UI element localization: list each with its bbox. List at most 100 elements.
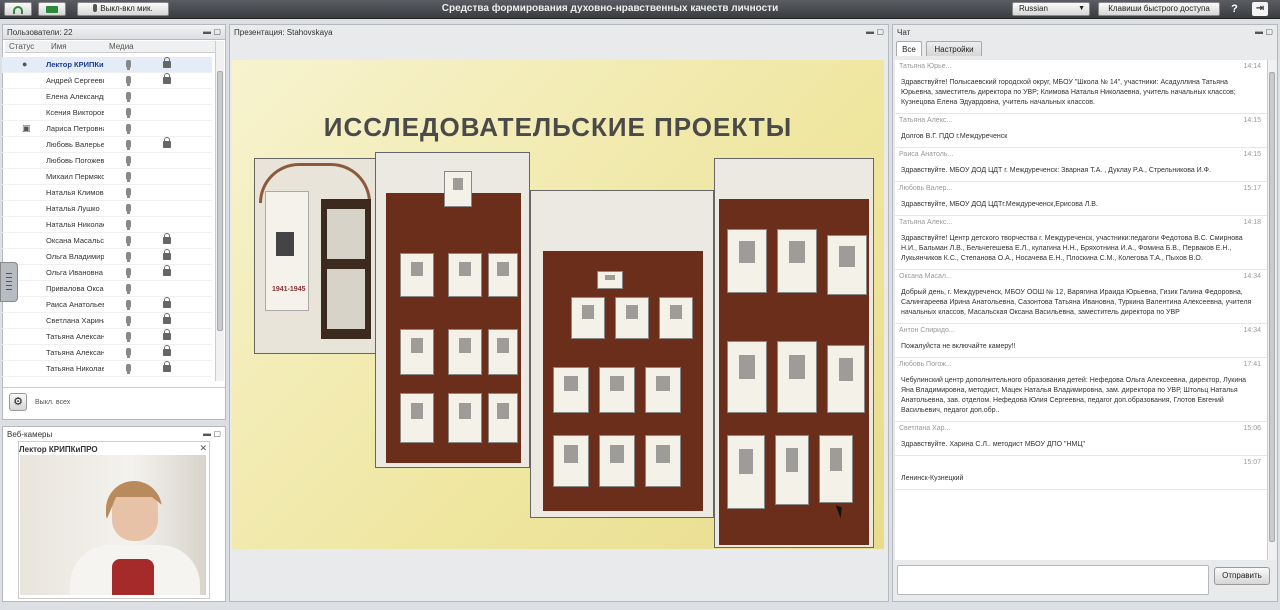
maximize-icon[interactable]: ▢ (876, 25, 884, 39)
exhibit-card (488, 329, 518, 375)
chat-sender: Любовь Валер... (899, 185, 953, 192)
microphone-icon[interactable] (126, 156, 131, 166)
user-row[interactable]: Ольга Владимировна (2, 249, 212, 265)
chat-input[interactable] (897, 565, 1209, 595)
headset-button[interactable] (4, 2, 32, 16)
microphone-icon[interactable] (126, 172, 131, 182)
lock-icon[interactable] (163, 345, 171, 356)
send-button[interactable]: Отправить (1214, 567, 1270, 585)
microphone-icon[interactable] (126, 140, 131, 150)
microphone-icon[interactable] (126, 124, 131, 134)
microphone-icon[interactable] (126, 300, 131, 310)
user-row[interactable]: Любовь Погожева (2, 153, 212, 169)
chat-scroll-thumb[interactable] (1269, 72, 1275, 542)
lock-icon[interactable] (163, 137, 171, 148)
user-row[interactable]: Татьяна Николаевна (2, 361, 212, 377)
presentation-title: Презентация: Stahovskaya (234, 28, 333, 37)
user-row[interactable]: Оксана Масальская (2, 233, 212, 249)
user-row[interactable]: Елена Александровна (2, 89, 212, 105)
close-icon[interactable]: ✕ (199, 443, 207, 454)
users-panel-title: Пользователи: 22 (7, 28, 73, 37)
chat-scrollbar[interactable] (1267, 60, 1276, 560)
users-table-header: Статус Имя Медиа (5, 41, 215, 53)
user-row[interactable]: Наталья Николаевна (2, 217, 212, 233)
lock-icon[interactable] (163, 249, 171, 260)
minimize-icon[interactable]: ▬ (203, 427, 211, 441)
user-row[interactable]: Раиса Анатольевна (2, 297, 212, 313)
microphone-icon[interactable] (126, 236, 131, 246)
microphone-icon[interactable] (126, 188, 131, 198)
minimize-icon[interactable]: ▬ (203, 25, 211, 39)
user-row[interactable]: Михаил Пермяков (2, 169, 212, 185)
user-row[interactable]: Ольга Ивановна (2, 265, 212, 281)
poster-frame (321, 199, 371, 339)
tab-settings[interactable]: Настройки (926, 41, 982, 56)
microphone-icon[interactable] (126, 204, 131, 214)
maximize-icon[interactable]: ▢ (213, 427, 221, 441)
exhibit-card (571, 297, 605, 339)
user-row[interactable]: Любовь Валерьевна (2, 137, 212, 153)
language-select[interactable]: Russian ▼ (1012, 2, 1090, 16)
users-scroll-thumb[interactable] (217, 71, 223, 331)
user-row[interactable]: ● Лектор КРИПКиПРО (2, 57, 212, 73)
microphone-icon[interactable] (126, 76, 131, 86)
user-row[interactable]: Привалова Оксана (2, 281, 212, 297)
webcam-button[interactable] (38, 2, 66, 16)
exhibit-card (599, 435, 635, 487)
microphone-icon[interactable] (126, 60, 131, 70)
lock-icon[interactable] (163, 329, 171, 340)
hotkeys-button[interactable]: Клавиши быстрого доступа (1098, 2, 1220, 16)
lock-icon[interactable] (163, 57, 171, 68)
user-row[interactable]: Наталья Лушко (2, 201, 212, 217)
logout-icon[interactable]: ⇥ (1252, 2, 1268, 16)
exhibit-card (488, 253, 518, 297)
lock-icon[interactable] (163, 265, 171, 276)
presentation-slide: ИССЛЕДОВАТЕЛЬСКИЕ ПРОЕКТЫ 1941-1945 (232, 60, 884, 549)
tab-all[interactable]: Все (896, 41, 922, 56)
minimize-icon[interactable]: ▬ (1255, 25, 1263, 39)
sidebar-toggle-handle[interactable] (0, 262, 18, 302)
user-row[interactable]: Ксения Викторовна (2, 105, 212, 121)
lock-icon[interactable] (163, 361, 171, 372)
chat-text: Здравствуйте, МБОУ ДОД ЦДТг.Междуреченск… (901, 201, 1098, 208)
settings-button[interactable]: ⚙ (9, 393, 27, 411)
microphone-icon[interactable] (126, 252, 131, 262)
chat-timestamp: 14:34 (1243, 327, 1261, 334)
user-row[interactable]: ▣ Лариса Петровна (2, 121, 212, 137)
help-icon[interactable]: ? (1227, 2, 1242, 16)
microphone-icon[interactable] (126, 364, 131, 374)
chat-message: Оксана Масал... 14:34 Добрый день, г. Межд… (895, 270, 1267, 324)
slide-photo-poster: 1941-1945 (254, 158, 376, 354)
minimize-icon[interactable]: ▬ (866, 25, 874, 39)
column-name[interactable]: Имя (51, 42, 67, 51)
microphone-icon[interactable] (126, 332, 131, 342)
maximize-icon[interactable]: ▢ (1265, 25, 1273, 39)
lock-icon[interactable] (163, 73, 171, 84)
user-row[interactable]: Андрей Сергеевич (2, 73, 212, 89)
exhibit-card (819, 435, 853, 503)
microphone-icon[interactable] (126, 284, 131, 294)
mute-all-label[interactable]: Выкл. всех (35, 399, 70, 406)
column-status[interactable]: Статус (9, 42, 34, 51)
lock-icon[interactable] (163, 297, 171, 308)
lock-icon[interactable] (163, 313, 171, 324)
chat-message: Татьяна Алекс... 14:15 Долгов В.Г. ПДО г.М… (895, 114, 1267, 148)
microphone-icon[interactable] (126, 348, 131, 358)
microphone-icon[interactable] (126, 268, 131, 278)
microphone-icon[interactable] (126, 92, 131, 102)
lock-icon[interactable] (163, 233, 171, 244)
column-media[interactable]: Медиа (109, 42, 134, 51)
user-row[interactable]: Татьяна Александровна (2, 329, 212, 345)
user-row[interactable]: Светлана Харина (2, 313, 212, 329)
user-row[interactable]: Татьяна Александровна (2, 345, 212, 361)
microphone-icon[interactable] (126, 316, 131, 326)
chat-text: Долгов В.Г. ПДО г.Междуреченск (901, 133, 1008, 140)
mic-toggle-button[interactable]: Выкл-вкл мик. (77, 2, 169, 16)
exhibit-card (659, 297, 693, 339)
user-row[interactable]: Наталья Климова (2, 185, 212, 201)
maximize-icon[interactable]: ▢ (213, 25, 221, 39)
microphone-icon[interactable] (126, 220, 131, 230)
users-scrollbar[interactable] (215, 41, 224, 381)
poster-board: 1941-1945 (265, 191, 309, 311)
microphone-icon[interactable] (126, 108, 131, 118)
